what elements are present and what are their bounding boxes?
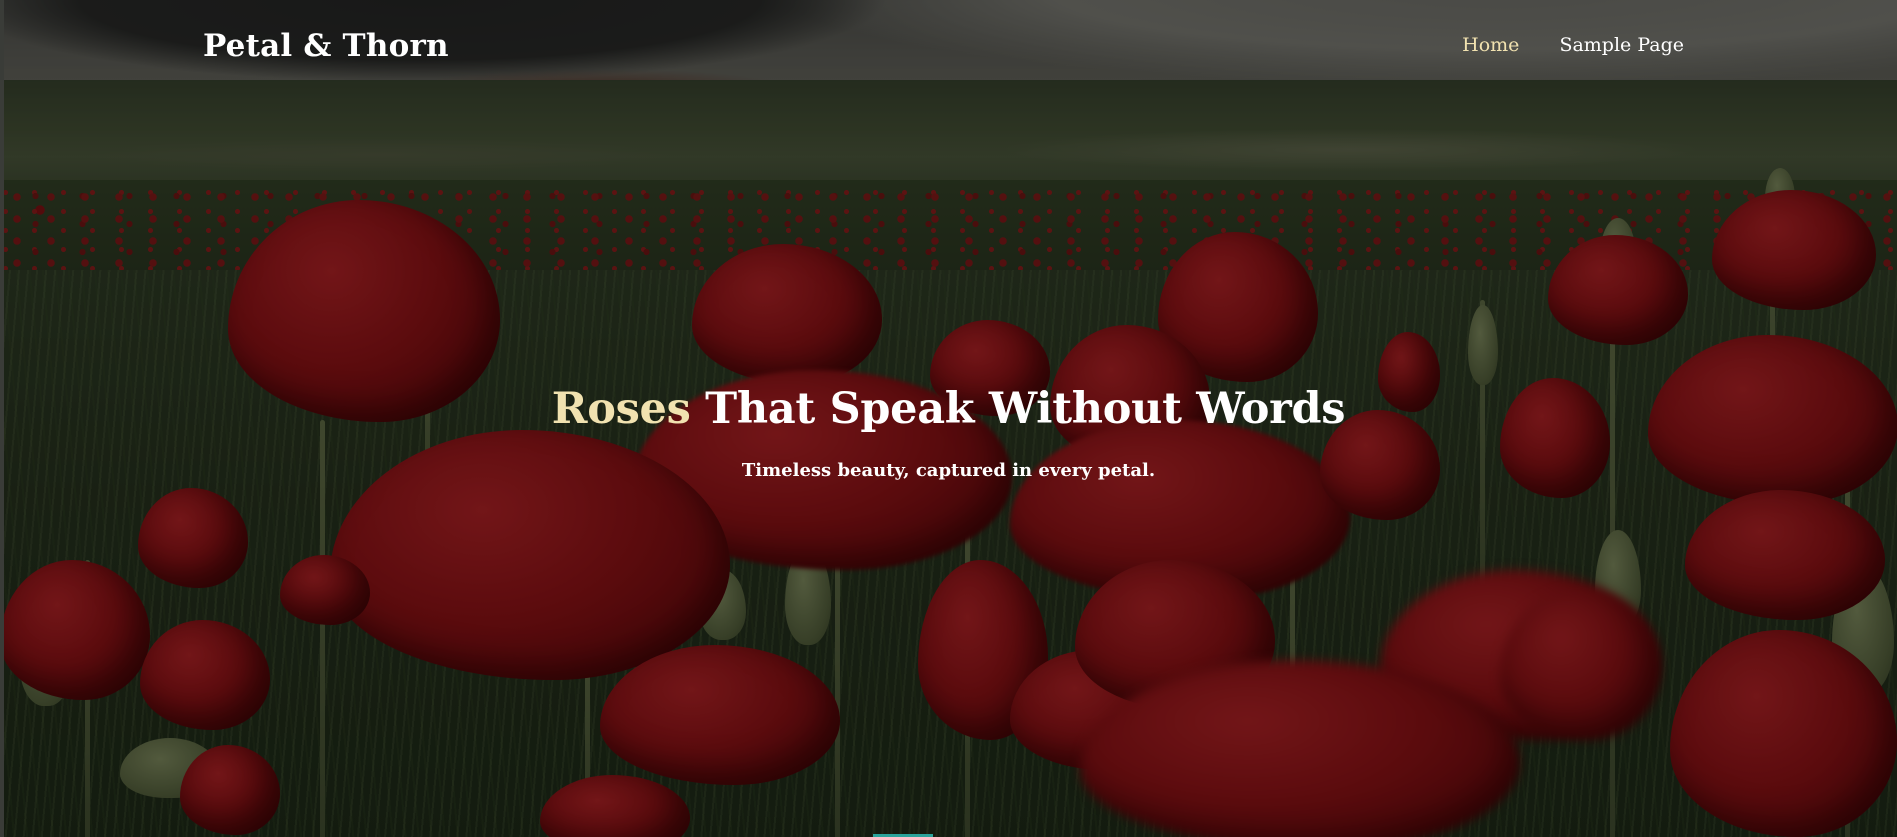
site-header: Petal & Thorn Home Sample Page [0,0,1897,92]
hero-content: Roses That Speak Without Words Timeless … [0,384,1897,481]
hero-subtitle: Timeless beauty, captured in every petal… [741,460,1156,481]
hero-title: Roses That Speak Without Words [0,384,1897,434]
nav-item-home[interactable]: Home [1462,34,1519,56]
nav-item-sample-page[interactable]: Sample Page [1559,34,1684,56]
primary-navigation: Home Sample Page [1462,34,1684,56]
hero-section: Petal & Thorn Home Sample Page Roses Tha… [0,0,1897,837]
site-title-link[interactable]: Petal & Thorn [203,28,449,64]
hero-title-accent: Roses [551,384,691,434]
hero-title-rest: That Speak Without Words [690,384,1346,434]
